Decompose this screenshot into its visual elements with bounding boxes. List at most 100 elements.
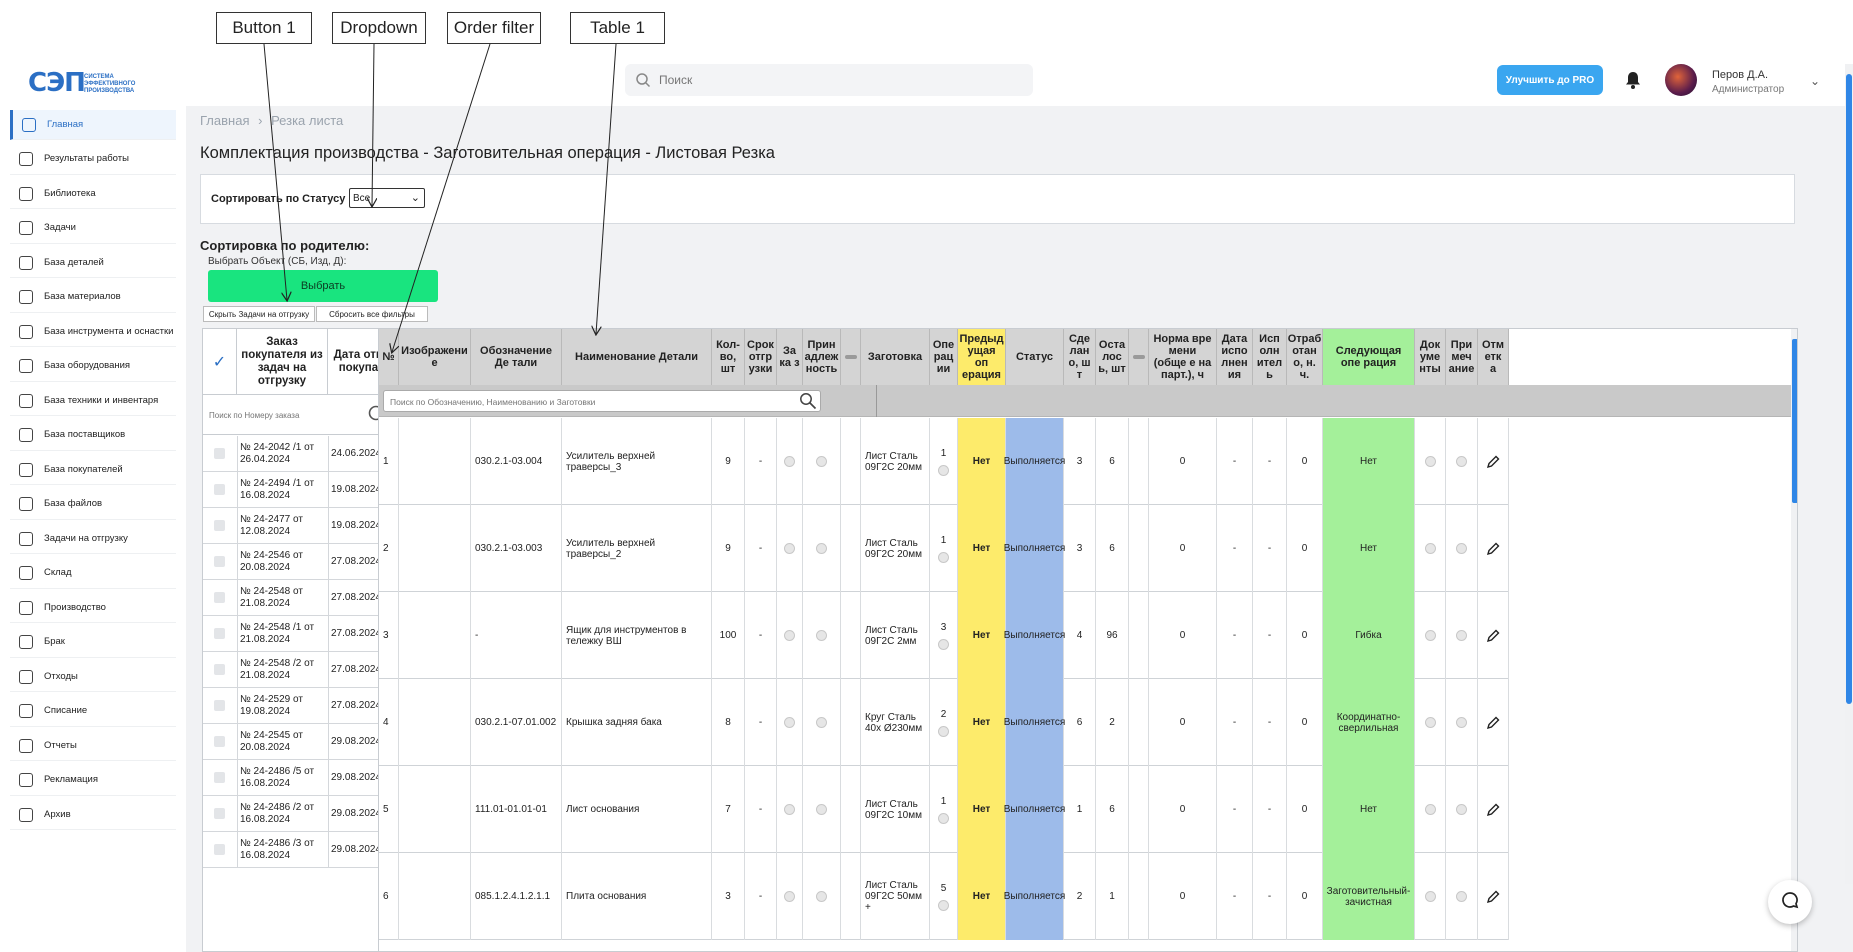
pencil-icon[interactable] <box>1486 629 1500 643</box>
row-checkbox[interactable] <box>214 556 225 567</box>
global-search-input[interactable] <box>659 70 1019 90</box>
pencil-icon[interactable] <box>1486 803 1500 817</box>
table-row[interactable]: 3- Ящик для инструментов в тележку ВШ 100-… <box>379 592 1509 679</box>
circle-icon[interactable] <box>816 717 827 728</box>
circle-icon[interactable] <box>816 456 827 467</box>
pencil-icon[interactable] <box>1486 542 1500 556</box>
circle-icon[interactable] <box>816 804 827 815</box>
sidebar-item[interactable]: Рекламация <box>10 766 176 796</box>
sidebar-item[interactable]: База поставщиков <box>10 421 176 451</box>
order-cell[interactable] <box>777 505 803 592</box>
circle-icon[interactable] <box>784 891 795 902</box>
documents-cell[interactable] <box>1415 418 1446 505</box>
check-icon[interactable]: ✓ <box>203 329 237 395</box>
belonging-cell[interactable] <box>803 853 841 940</box>
table-row[interactable]: 5 111.01-01.01-01 Лист основания 7- Лист Ста… <box>379 766 1509 853</box>
belonging-cell[interactable] <box>803 766 841 853</box>
circle-icon[interactable] <box>1456 543 1467 554</box>
row-checkbox[interactable] <box>214 628 225 639</box>
table-row[interactable]: 2 030.2.1-03.003 Усилитель верхней траверс… <box>379 505 1509 592</box>
note-cell[interactable] <box>1446 418 1478 505</box>
row-checkbox[interactable] <box>214 592 225 603</box>
belonging-cell[interactable] <box>803 418 841 505</box>
table-row[interactable]: 4 030.2.1-07.01.002 Крышка задняя бака 8- Кр… <box>379 679 1509 766</box>
mark-cell[interactable] <box>1478 853 1509 940</box>
circle-icon[interactable] <box>784 717 795 728</box>
col-collapse-header[interactable] <box>1129 329 1149 385</box>
row-checkbox[interactable] <box>214 736 225 747</box>
mark-cell[interactable] <box>1478 766 1509 853</box>
chevron-down-icon[interactable]: ⌄ <box>1810 74 1820 88</box>
search-icon[interactable] <box>799 392 817 410</box>
sidebar-item[interactable]: Склад <box>10 559 176 589</box>
sidebar-item[interactable]: Брак <box>10 628 176 658</box>
note-cell[interactable] <box>1446 505 1478 592</box>
circle-icon[interactable] <box>1424 456 1436 467</box>
production-table-scrollbar[interactable] <box>1791 329 1797 951</box>
circle-icon[interactable] <box>1424 717 1436 728</box>
circle-icon[interactable] <box>784 543 795 554</box>
sidebar-item[interactable]: Задачи на отгрузку <box>10 524 176 554</box>
documents-cell[interactable] <box>1415 592 1446 679</box>
order-cell[interactable] <box>777 679 803 766</box>
documents-cell[interactable] <box>1415 505 1446 592</box>
circle-icon[interactable] <box>938 551 949 563</box>
circle-icon[interactable] <box>1456 891 1467 902</box>
circle-icon[interactable] <box>1424 630 1436 641</box>
sidebar-item[interactable]: Архив <box>10 800 176 830</box>
order-search-input[interactable] <box>209 407 359 423</box>
logo[interactable]: СЭП система эффективного производства <box>28 62 160 102</box>
sidebar-item[interactable]: База файлов <box>10 490 176 520</box>
belonging-cell[interactable] <box>803 592 841 679</box>
page-scrollbar[interactable] <box>1845 64 1853 884</box>
sidebar-item[interactable]: Результаты работы <box>10 145 176 175</box>
circle-icon[interactable] <box>1456 456 1467 467</box>
sidebar-item[interactable]: Задачи <box>10 214 176 244</box>
scrollbar-thumb[interactable] <box>1792 339 1797 503</box>
sidebar-item[interactable]: Списание <box>10 697 176 727</box>
sidebar-item[interactable]: Производство <box>10 593 176 623</box>
sidebar-item[interactable]: Отходы <box>10 662 176 692</box>
documents-cell[interactable] <box>1415 766 1446 853</box>
mark-cell[interactable] <box>1478 418 1509 505</box>
note-cell[interactable] <box>1446 853 1478 940</box>
circle-icon[interactable] <box>938 464 949 476</box>
collapse-icon[interactable] <box>1132 355 1145 359</box>
upgrade-pro-button[interactable]: Улучшить до PRO <box>1497 65 1603 95</box>
circle-icon[interactable] <box>938 725 949 737</box>
sidebar-item[interactable]: База покупателей <box>10 455 176 485</box>
pencil-icon[interactable] <box>1486 716 1500 730</box>
table-row[interactable]: 1 030.2.1-03.004 Усилитель верхней траверс… <box>379 418 1509 505</box>
avatar[interactable] <box>1665 64 1697 96</box>
circle-icon[interactable] <box>938 899 949 911</box>
table-row[interactable]: 6 085.1.2.4.1.2.1.1 Плита основания 3- Лист … <box>379 853 1509 940</box>
pencil-icon[interactable] <box>1486 455 1500 469</box>
circle-icon[interactable] <box>1424 804 1436 815</box>
row-checkbox[interactable] <box>214 808 225 819</box>
breadcrumb-home[interactable]: Главная <box>200 113 249 128</box>
circle-icon[interactable] <box>784 804 795 815</box>
hide-shipping-tasks-button[interactable]: Скрыть Задачи на отгрузку <box>203 306 315 322</box>
production-search-input[interactable] <box>390 395 790 409</box>
row-checkbox[interactable] <box>214 664 225 675</box>
sidebar-item[interactable]: База оборудования <box>10 352 176 382</box>
note-cell[interactable] <box>1446 766 1478 853</box>
mark-cell[interactable] <box>1478 592 1509 679</box>
circle-icon[interactable] <box>1424 891 1436 902</box>
circle-icon[interactable] <box>816 630 827 641</box>
circle-icon[interactable] <box>938 812 949 824</box>
scrollbar-thumb[interactable] <box>1846 74 1852 704</box>
order-cell[interactable] <box>777 766 803 853</box>
documents-cell[interactable] <box>1415 679 1446 766</box>
sidebar-item[interactable]: Главная <box>10 110 176 140</box>
circle-icon[interactable] <box>1456 630 1467 641</box>
belonging-cell[interactable] <box>803 679 841 766</box>
col-collapse-header[interactable] <box>841 329 861 385</box>
chat-button[interactable] <box>1768 880 1812 924</box>
row-checkbox[interactable] <box>214 448 225 459</box>
circle-icon[interactable] <box>784 456 795 467</box>
circle-icon[interactable] <box>784 630 795 641</box>
pencil-icon[interactable] <box>1486 890 1500 904</box>
pick-object-button[interactable]: Выбрать <box>208 270 438 302</box>
row-checkbox[interactable] <box>214 520 225 531</box>
